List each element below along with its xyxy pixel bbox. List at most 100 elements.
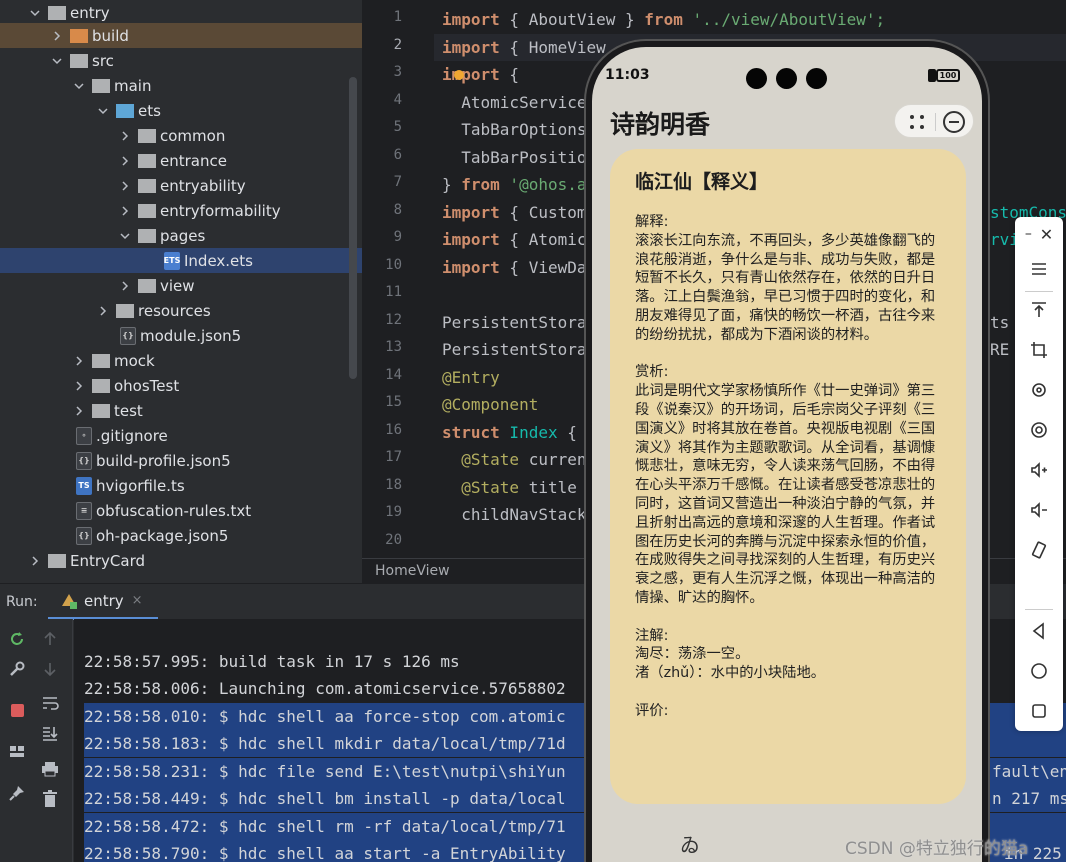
minimize-icon[interactable]: – — [1025, 226, 1032, 242]
lightbulb-icon[interactable] — [454, 70, 464, 80]
chevron-right-icon — [72, 380, 86, 391]
phone-screen[interactable]: 11:03 100 诗韵明香 临江仙【释义】 解释: 滚滚长江向东流，不再回头，… — [592, 47, 982, 862]
line-number: 9 — [393, 229, 402, 245]
tree-item-entryformability[interactable]: entryformability — [0, 198, 362, 223]
code-line: import { AboutView } from '../view/About… — [442, 10, 886, 29]
tree-item-entryability[interactable]: entryability — [0, 173, 362, 198]
line-number: 8 — [393, 202, 402, 218]
tree-item-label: .gitignore — [96, 426, 168, 445]
tree-item-mock[interactable]: mock — [0, 348, 362, 373]
tree-item-entrycard[interactable]: EntryCard — [0, 548, 362, 573]
chevron-right-icon — [96, 305, 110, 316]
tree-item-test[interactable]: test — [0, 398, 362, 423]
rotate-device-icon[interactable] — [1015, 535, 1063, 565]
chevron-down-icon — [28, 8, 42, 18]
appreciate-label: 赏析: — [635, 364, 669, 381]
line-number-gutter: 1 2 3 4 5 6 7 8 9 10 11 12 13 14 15 16 1… — [362, 0, 434, 558]
line-number: 20 — [385, 532, 402, 548]
folder-icon — [92, 353, 110, 368]
chevron-right-icon — [50, 30, 64, 41]
camera-icon — [746, 68, 767, 89]
tree-item-pages[interactable]: pages — [0, 223, 362, 248]
chevron-right-icon — [72, 405, 86, 416]
console-line: 22:58:58.231: $ hdc file send E:\test\nu… — [84, 762, 566, 781]
line-number: 19 — [385, 504, 402, 520]
rerun-icon[interactable] — [7, 629, 27, 649]
pin-icon[interactable] — [7, 783, 27, 803]
tree-item-ets[interactable]: ets — [0, 98, 362, 123]
tree-item-build-profile[interactable]: {} build-profile.json5 — [0, 448, 362, 473]
chevron-right-icon — [72, 355, 86, 366]
wrench-icon[interactable] — [7, 659, 27, 679]
tree-item-resources[interactable]: resources — [0, 298, 362, 323]
console-line: 22:58:58.790: $ hdc shell aa start -a En… — [84, 844, 566, 862]
run-tab-entry[interactable]: entry × — [48, 584, 158, 620]
chevron-down-icon — [118, 231, 132, 241]
tree-item-src[interactable]: src — [0, 48, 362, 73]
camera-icon — [776, 68, 797, 89]
code-line: import { ViewDa — [442, 258, 587, 277]
note-item: 渚（zhǔ）：水中的小块陆地。 — [635, 665, 826, 682]
chevron-down-icon — [50, 56, 64, 66]
arrow-down-icon[interactable] — [40, 659, 60, 679]
tree-item-label: entrance — [160, 151, 227, 170]
source-folder-icon — [116, 103, 134, 118]
code-line: PersistentStora — [442, 340, 587, 359]
tree-item-entry[interactable]: entry — [0, 0, 362, 25]
soft-wrap-icon[interactable] — [40, 693, 60, 713]
poem-title: 临江仙【释义】 — [635, 171, 769, 193]
close-icon[interactable]: × — [132, 593, 143, 608]
layout-icon[interactable] — [7, 741, 27, 761]
chevron-right-icon — [118, 280, 132, 291]
code-line: @State curren — [442, 450, 587, 469]
stop-icon[interactable] — [7, 700, 27, 720]
line-number: 11 — [385, 284, 402, 300]
arrow-up-icon[interactable] — [40, 629, 60, 649]
back-icon[interactable] — [1015, 616, 1063, 646]
tree-item-oh-package[interactable]: {} oh-package.json5 — [0, 523, 362, 548]
tree-item-hvigorfile[interactable]: TS hvigorfile.ts — [0, 473, 362, 498]
tree-item-ohostest[interactable]: ohosTest — [0, 373, 362, 398]
tree-item-main[interactable]: main — [0, 73, 362, 98]
tree-scrollbar[interactable] — [349, 77, 357, 379]
code-fragment: ts — [990, 313, 1010, 332]
ts-file-icon: TS — [76, 476, 92, 495]
tree-item-label: pages — [160, 226, 206, 245]
recents-icon[interactable] — [1015, 696, 1063, 726]
line-number: 10 — [385, 257, 402, 273]
tab-poem-icon[interactable]: ゐ — [680, 829, 700, 858]
tree-item-view[interactable]: view — [0, 273, 362, 298]
tree-item-index-ets[interactable]: ETS Index.ets — [0, 248, 362, 273]
more-dots-icon[interactable] — [905, 111, 929, 133]
print-icon[interactable] — [40, 759, 60, 779]
home-icon[interactable] — [1015, 656, 1063, 686]
tree-item-common[interactable]: common — [0, 123, 362, 148]
volume-up-icon[interactable] — [1015, 455, 1063, 485]
folder-icon — [138, 228, 156, 243]
screenshot-icon[interactable] — [1015, 415, 1063, 445]
tree-item-build[interactable]: build — [0, 23, 362, 48]
line-number: 7 — [393, 174, 402, 190]
close-service-icon[interactable] — [943, 111, 965, 133]
tree-item-label: resources — [138, 301, 211, 320]
close-icon[interactable]: ✕ — [1040, 225, 1053, 244]
menu-icon[interactable] — [1015, 254, 1063, 284]
trash-icon[interactable] — [40, 789, 60, 809]
toolbar-divider — [1025, 609, 1053, 610]
run-tab-label: entry — [84, 591, 124, 610]
tree-item-gitignore[interactable]: ⚬ .gitignore — [0, 423, 362, 448]
crop-icon[interactable] — [1015, 335, 1063, 365]
line-number: 1 — [393, 9, 402, 25]
pin-top-icon[interactable] — [1015, 295, 1063, 325]
tree-item-entrance[interactable]: entrance — [0, 148, 362, 173]
scroll-to-end-icon[interactable] — [40, 723, 60, 743]
rotate-icon[interactable] — [1015, 375, 1063, 405]
run-right-toolbar — [33, 619, 73, 862]
window-controls: – ✕ — [1015, 219, 1063, 249]
volume-down-icon[interactable] — [1015, 495, 1063, 525]
tree-item-module-json5[interactable]: {} module.json5 — [0, 323, 362, 348]
ets-file-icon: ETS — [164, 251, 180, 270]
tree-item-label: main — [114, 76, 152, 95]
tree-item-obfuscation-rules[interactable]: ≡ obfuscation-rules.txt — [0, 498, 362, 523]
notes-label: 注解: — [635, 627, 669, 644]
